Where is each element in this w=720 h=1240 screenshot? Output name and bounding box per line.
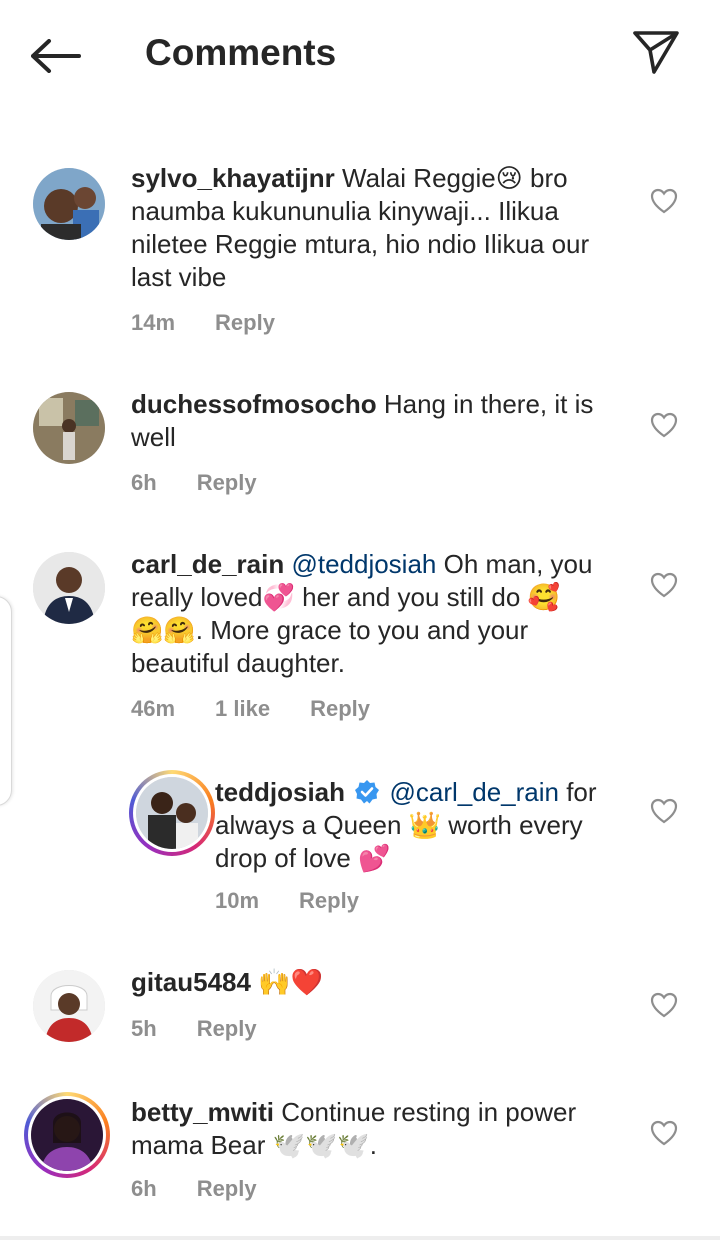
paper-plane-icon	[633, 31, 679, 74]
avatar[interactable]	[33, 392, 105, 464]
avatar[interactable]	[33, 168, 105, 240]
comment-time: 46m	[131, 696, 176, 721]
story-ring[interactable]	[24, 1092, 110, 1178]
edge-swipe-handle[interactable]	[0, 596, 12, 806]
comment-text: betty_mwiti Continue resting in power ma…	[131, 1097, 577, 1160]
comment-item: betty_mwiti Continue resting in power ma…	[0, 1092, 720, 1212]
comment-time: 6h	[131, 470, 157, 495]
verified-badge-icon	[355, 780, 380, 804]
comment-text: duchessofmosocho Hang in there, it is we…	[131, 389, 594, 452]
comment-item: carl_de_rain @teddjosiah Oh man, you rea…	[0, 546, 720, 736]
comment-username[interactable]: gitau5484	[131, 967, 251, 997]
comment-time: 14m	[131, 310, 176, 335]
mention-link[interactable]: @carl_de_rain	[389, 777, 558, 807]
comment-text: teddjosiah @carl_de_rain for always a Qu…	[215, 777, 597, 873]
reply-button[interactable]: Reply	[197, 1016, 257, 1042]
comment-meta: 5h Reply	[131, 1016, 297, 1042]
comment-username[interactable]: betty_mwiti	[131, 1097, 274, 1127]
avatar	[136, 777, 208, 849]
comment-time: 5h	[131, 1016, 157, 1041]
avatar	[31, 1099, 103, 1171]
comment-username[interactable]: duchessofmosocho	[131, 389, 377, 419]
heart-icon[interactable]	[650, 572, 678, 598]
comment-meta: 14m Reply	[131, 310, 315, 336]
comment-item: sylvo_khayatijnr Walai Reggie😢 bro naumb…	[0, 160, 720, 350]
comment-meta: 46m 1 like Reply	[131, 696, 410, 722]
comment-time: 10m	[215, 888, 260, 913]
heart-icon[interactable]	[650, 992, 678, 1018]
top-bar: Comments	[0, 0, 720, 108]
comment-meta: 10m Reply	[215, 888, 399, 914]
comment-username[interactable]: teddjosiah	[215, 777, 345, 807]
comment-text: carl_de_rain @teddjosiah Oh man, you rea…	[131, 549, 593, 678]
arrow-left-icon	[31, 39, 81, 73]
page-title: Comments	[145, 32, 337, 73]
comment-item: gitau5484 🙌❤️ 5h Reply	[0, 964, 720, 1054]
heart-icon[interactable]	[650, 412, 678, 438]
comment-item: duchessofmosocho Hang in there, it is we…	[0, 386, 720, 506]
avatar[interactable]	[33, 970, 105, 1042]
reply-button[interactable]: Reply	[197, 1176, 257, 1202]
comment-username[interactable]: carl_de_rain	[131, 549, 284, 579]
comment-time: 6h	[131, 1176, 157, 1201]
comment-meta: 6h Reply	[131, 470, 297, 496]
comment-text: sylvo_khayatijnr Walai Reggie😢 bro naumb…	[131, 163, 590, 292]
comment-meta: 6h Reply	[131, 1176, 297, 1202]
comment-text: gitau5484 🙌❤️	[131, 967, 323, 997]
reply-button[interactable]: Reply	[215, 310, 275, 336]
bottom-divider	[0, 1236, 720, 1240]
comment-username[interactable]: sylvo_khayatijnr	[131, 163, 335, 193]
heart-icon[interactable]	[650, 798, 678, 824]
share-button[interactable]	[626, 26, 686, 78]
mention-link[interactable]: @teddjosiah	[291, 549, 436, 579]
avatar[interactable]	[33, 552, 105, 624]
comment-reply-item: teddjosiah @carl_de_rain for always a Qu…	[0, 770, 720, 920]
reply-button[interactable]: Reply	[299, 888, 359, 914]
reply-button[interactable]: Reply	[310, 696, 370, 722]
heart-icon[interactable]	[650, 188, 678, 214]
back-button[interactable]	[24, 30, 88, 82]
like-count[interactable]: 1 like	[215, 696, 270, 722]
heart-icon[interactable]	[650, 1120, 678, 1146]
reply-button[interactable]: Reply	[197, 470, 257, 496]
story-ring[interactable]	[129, 770, 215, 856]
